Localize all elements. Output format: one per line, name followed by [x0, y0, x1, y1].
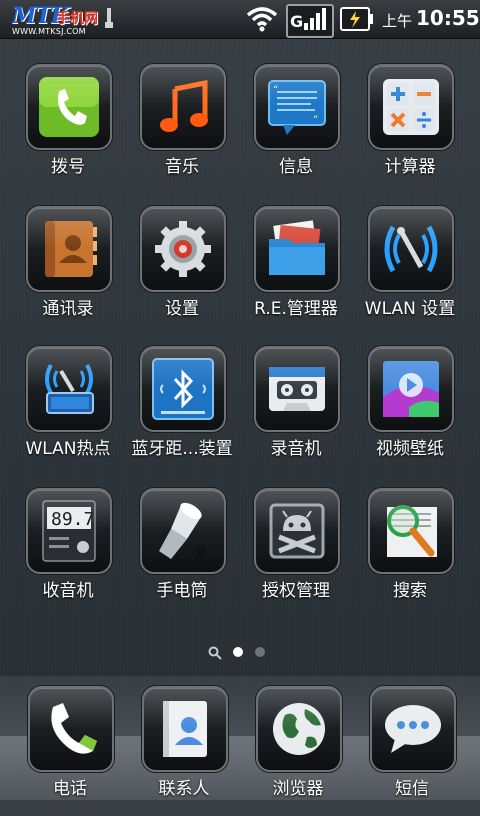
dock-phone[interactable]: 电话 — [14, 686, 126, 816]
app-label: 视频壁纸 — [376, 439, 444, 459]
app-label: 拨号 — [51, 157, 85, 177]
app-re-manager[interactable]: R.E.管理器 — [240, 206, 352, 336]
app-label: 蓝牙距...装置 — [131, 439, 233, 459]
radio-frequency: 89.7 — [51, 509, 94, 530]
brand-name: 手机网 — [56, 11, 98, 27]
app-label: 设置 — [165, 299, 199, 319]
clock-time: 10:55 — [416, 6, 480, 30]
dock-label: 联系人 — [158, 779, 210, 799]
dock-browser[interactable]: 浏览器 — [242, 686, 354, 816]
battery-charging-icon — [340, 7, 373, 31]
app-label: R.E.管理器 — [254, 299, 338, 319]
app-label: 搜索 — [393, 581, 427, 601]
page-dot-active[interactable] — [233, 647, 243, 657]
app-wlan-hotspot[interactable]: WLAN热点 — [12, 346, 124, 476]
app-contacts-book[interactable]: 通讯录 — [12, 206, 124, 336]
app-label: 计算器 — [384, 157, 436, 177]
dock-sms[interactable]: 短信 — [356, 686, 468, 816]
usb-icon — [105, 8, 113, 28]
message-bubble-icon: “ ” — [268, 80, 326, 135]
app-messaging[interactable]: “ ” 信息 — [240, 64, 352, 194]
hotspot-icon — [45, 364, 94, 414]
app-video-wallpaper[interactable]: 视频壁纸 — [354, 346, 466, 476]
app-wlan-settings[interactable]: WLAN 设置 — [354, 206, 466, 336]
flashlight-icon: x — [159, 502, 207, 563]
dock-label: 电话 — [53, 779, 87, 799]
wlan-settings-icon — [384, 225, 438, 273]
app-flashlight[interactable]: x 手电筒 — [126, 488, 238, 618]
app-settings[interactable]: 设置 — [126, 206, 238, 336]
svg-text:x: x — [193, 540, 207, 563]
radio-icon: 89.7 — [42, 500, 96, 562]
signal-icon: G — [286, 4, 334, 38]
dock-label: 短信 — [395, 779, 429, 799]
chat-bubble-icon — [385, 705, 441, 753]
music-note-icon — [160, 79, 208, 132]
app-recorder[interactable]: 录音机 — [240, 346, 352, 476]
clock-ampm: 上午 — [382, 12, 413, 30]
app-label: 授权管理 — [262, 581, 330, 601]
handset-icon — [51, 703, 97, 754]
app-authorization[interactable]: 授权管理 — [240, 488, 352, 618]
gear-icon — [155, 221, 211, 277]
contacts-icon — [163, 701, 207, 757]
page-indicator — [0, 644, 480, 660]
app-label: WLAN 设置 — [364, 299, 456, 319]
dock-label: 浏览器 — [272, 779, 324, 799]
app-search[interactable]: 搜索 — [354, 488, 466, 618]
brand-watermark: MTK 手机网 WWW.MTKSJ.COM — [8, 3, 118, 37]
app-label: 通讯录 — [42, 299, 94, 319]
app-label: 收音机 — [42, 581, 94, 601]
app-music[interactable]: 音乐 — [126, 64, 238, 194]
app-label: 信息 — [279, 157, 313, 177]
magnifier-icon — [387, 505, 437, 557]
app-bluetooth[interactable]: 蓝牙距...装置 — [126, 346, 238, 476]
svg-text:”: ” — [313, 115, 318, 126]
phone-dialer-icon — [39, 77, 99, 137]
app-label: 音乐 — [165, 157, 199, 177]
address-book-icon — [45, 221, 97, 277]
calculator-icon — [383, 79, 439, 135]
video-wallpaper-icon — [383, 361, 439, 417]
brand-url: WWW.MTKSJ.COM — [12, 27, 86, 36]
cassette-icon — [269, 367, 325, 411]
app-label: 录音机 — [270, 439, 322, 459]
app-radio[interactable]: 89.7 收音机 — [12, 488, 124, 618]
app-dialer[interactable]: 拨号 — [12, 64, 124, 194]
app-calculator[interactable]: 计算器 — [354, 64, 466, 194]
svg-text:“: “ — [273, 85, 278, 96]
page-dot[interactable] — [255, 647, 265, 657]
folder-icon — [269, 220, 325, 275]
status-bar: MTK 手机网 WWW.MTKSJ.COM G 上午 10:55 — [0, 0, 480, 39]
wifi-icon — [246, 7, 278, 32]
globe-icon — [273, 703, 325, 755]
search-icon[interactable] — [208, 646, 222, 660]
signal-type: G — [290, 12, 304, 31]
app-label: 手电筒 — [156, 581, 208, 601]
app-label: WLAN热点 — [25, 439, 111, 459]
dock-contacts[interactable]: 联系人 — [128, 686, 240, 816]
android-skull-icon — [269, 503, 325, 559]
bluetooth-icon — [152, 358, 214, 420]
